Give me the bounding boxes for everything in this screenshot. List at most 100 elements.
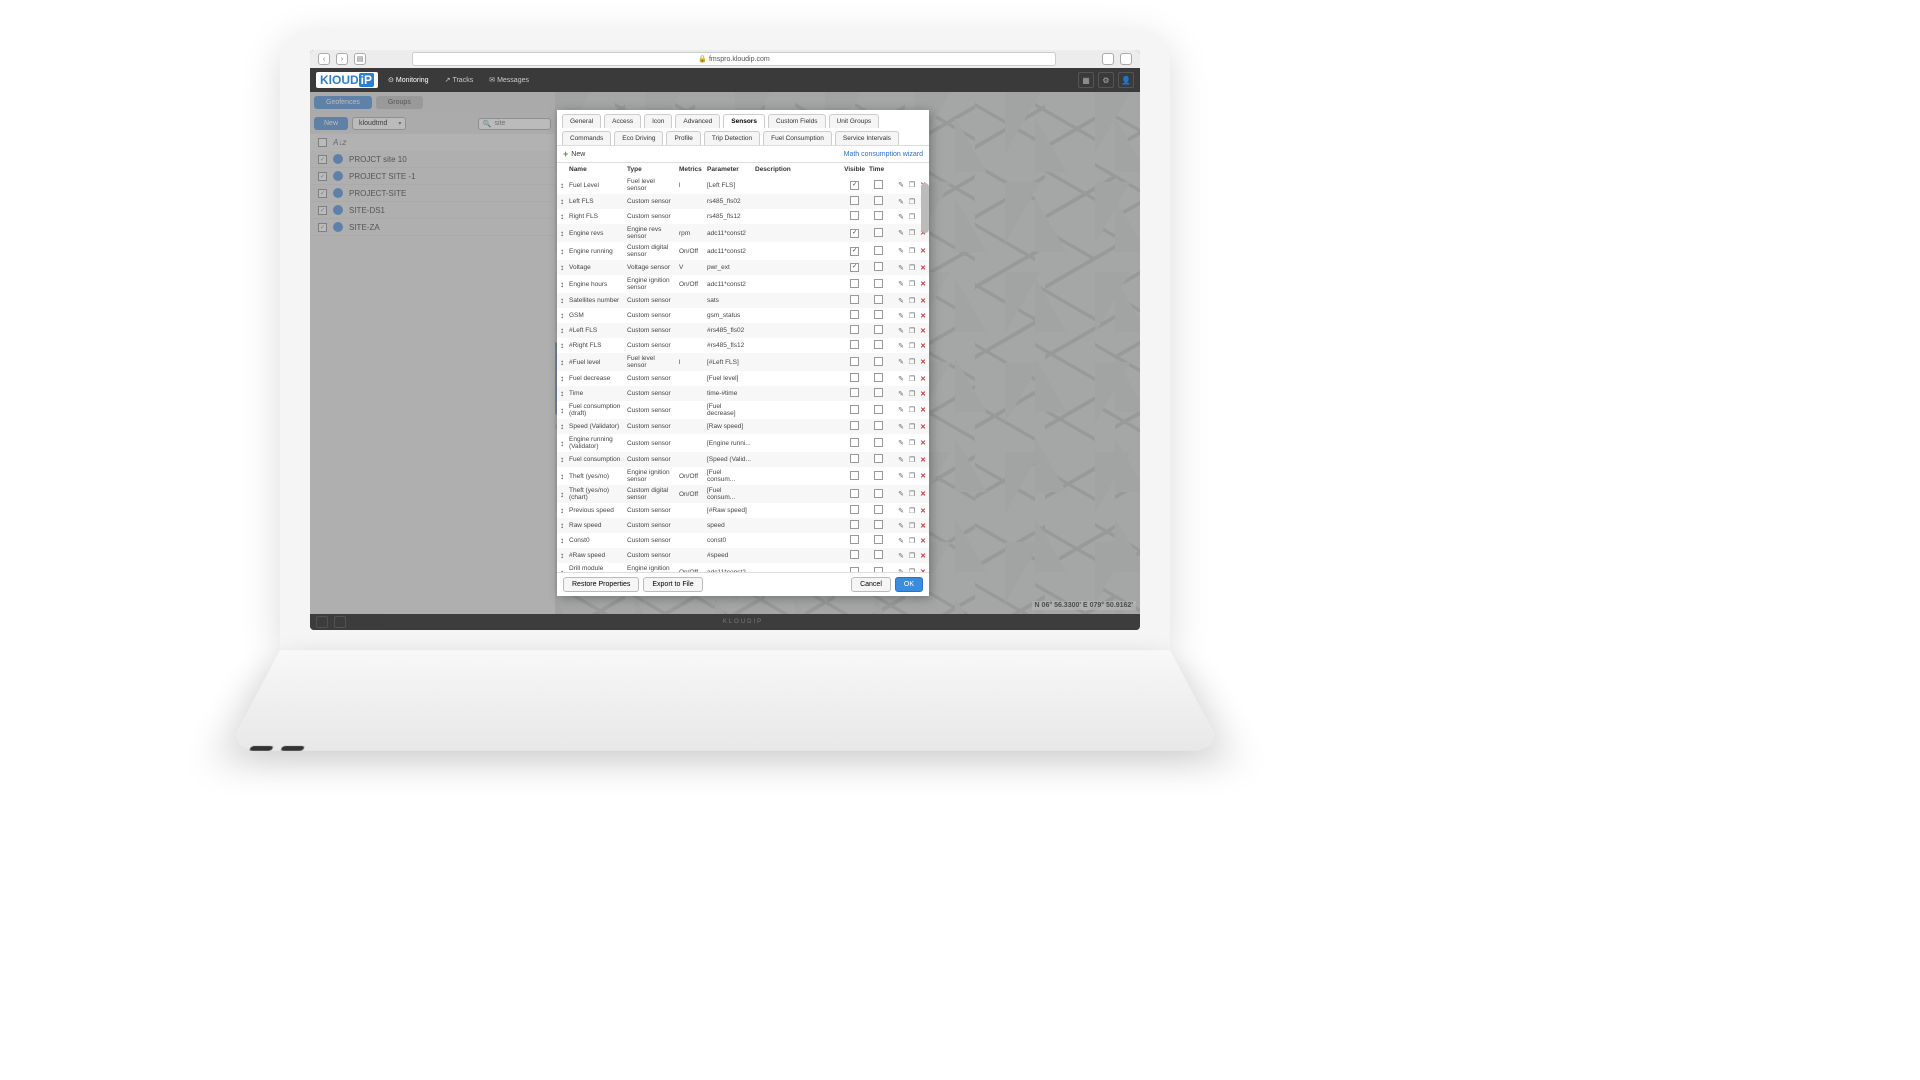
visible-checkbox[interactable] xyxy=(850,263,859,272)
copy-icon[interactable]: ❐ xyxy=(908,358,916,366)
edit-icon[interactable]: ✎ xyxy=(897,327,905,335)
dialog-tab-profile[interactable]: Profile xyxy=(666,131,700,145)
delete-icon[interactable]: ✕ xyxy=(919,472,927,480)
time-checkbox[interactable] xyxy=(874,340,883,349)
delete-icon[interactable]: ✕ xyxy=(919,390,927,398)
sidebar-item[interactable]: ✓PROJECT SITE -1 xyxy=(310,168,555,185)
visible-checkbox[interactable] xyxy=(850,388,859,397)
header-apps-icon[interactable]: ▦ xyxy=(1078,72,1094,88)
drag-handle-icon[interactable]: ↕ xyxy=(557,533,567,548)
sensor-row[interactable]: ↕Right FLSCustom sensorrs485_fls12✎❐✕ xyxy=(557,209,929,224)
sidebar-tab-groups[interactable]: Groups xyxy=(376,96,423,109)
delete-icon[interactable]: ✕ xyxy=(919,456,927,464)
edit-icon[interactable]: ✎ xyxy=(897,507,905,515)
drag-handle-icon[interactable]: ↕ xyxy=(557,323,567,338)
edit-icon[interactable]: ✎ xyxy=(897,181,905,189)
dialog-tab-advanced[interactable]: Advanced xyxy=(675,114,720,128)
edit-icon[interactable]: ✎ xyxy=(897,552,905,560)
drag-handle-icon[interactable]: ↕ xyxy=(557,563,567,572)
cancel-button[interactable]: Cancel xyxy=(851,577,891,592)
sensor-row[interactable]: ↕Theft (yes/no) (chart)Custom digital se… xyxy=(557,485,929,503)
time-checkbox[interactable] xyxy=(874,421,883,430)
edit-icon[interactable]: ✎ xyxy=(897,423,905,431)
edit-icon[interactable]: ✎ xyxy=(897,375,905,383)
edit-icon[interactable]: ✎ xyxy=(897,537,905,545)
copy-icon[interactable]: ❐ xyxy=(908,247,916,255)
sensor-row[interactable]: ↕Engine hoursEngine ignition sensorOn/Of… xyxy=(557,275,929,293)
sensor-row[interactable]: ↕Raw speedCustom sensorspeed✎❐✕ xyxy=(557,518,929,533)
sidebar-new-button[interactable]: New xyxy=(314,117,348,130)
sensor-row[interactable]: ↕#Fuel levelFuel level sensorl[#Left FLS… xyxy=(557,353,929,371)
nav-monitoring[interactable]: ⊙ Monitoring xyxy=(382,73,435,87)
sensor-row[interactable]: ↕Fuel LevelFuel level sensorl[Left FLS]✎… xyxy=(557,176,929,194)
drag-handle-icon[interactable]: ↕ xyxy=(557,518,567,533)
dialog-tab-unit-groups[interactable]: Unit Groups xyxy=(829,114,880,128)
header-user-icon[interactable]: 👤 xyxy=(1118,72,1134,88)
visible-checkbox[interactable] xyxy=(850,438,859,447)
time-checkbox[interactable] xyxy=(874,357,883,366)
sensor-row[interactable]: ↕#Raw speedCustom sensor#speed✎❐✕ xyxy=(557,548,929,563)
drag-handle-icon[interactable]: ↕ xyxy=(557,353,567,371)
copy-icon[interactable]: ❐ xyxy=(908,342,916,350)
delete-icon[interactable]: ✕ xyxy=(919,264,927,272)
drag-handle-icon[interactable]: ↕ xyxy=(557,548,567,563)
time-checkbox[interactable] xyxy=(874,520,883,529)
drag-handle-icon[interactable]: ↕ xyxy=(557,293,567,308)
browser-back-button[interactable]: ‹ xyxy=(318,53,330,65)
sensor-row[interactable]: ↕Left FLSCustom sensorrs485_fls02✎❐✕ xyxy=(557,194,929,209)
drag-handle-icon[interactable]: ↕ xyxy=(557,275,567,293)
drag-handle-icon[interactable]: ↕ xyxy=(557,338,567,353)
copy-icon[interactable]: ❐ xyxy=(908,297,916,305)
time-checkbox[interactable] xyxy=(874,454,883,463)
dialog-tab-commands[interactable]: Commands xyxy=(562,131,611,145)
footer-grid-icon[interactable] xyxy=(334,616,346,628)
time-checkbox[interactable] xyxy=(874,505,883,514)
edit-icon[interactable]: ✎ xyxy=(897,264,905,272)
copy-icon[interactable]: ❐ xyxy=(908,312,916,320)
checkbox-icon[interactable]: ✓ xyxy=(318,223,327,232)
checkbox-icon[interactable]: ✓ xyxy=(318,206,327,215)
sensor-row[interactable]: ↕#Right FLSCustom sensor#rs485_fls12✎❐✕ xyxy=(557,338,929,353)
delete-icon[interactable]: ✕ xyxy=(919,327,927,335)
drag-handle-icon[interactable]: ↕ xyxy=(557,503,567,518)
copy-icon[interactable]: ❐ xyxy=(908,537,916,545)
copy-icon[interactable]: ❐ xyxy=(908,507,916,515)
drag-handle-icon[interactable]: ↕ xyxy=(557,260,567,275)
new-sensor-button[interactable]: +New xyxy=(563,149,585,159)
header-settings-icon[interactable]: ⚙ xyxy=(1098,72,1114,88)
sensor-row[interactable]: ↕Engine revsEngine revs sensorrpmadc11*c… xyxy=(557,224,929,242)
browser-forward-button[interactable]: › xyxy=(336,53,348,65)
visible-checkbox[interactable] xyxy=(850,211,859,220)
time-checkbox[interactable] xyxy=(874,567,883,573)
delete-icon[interactable]: ✕ xyxy=(919,375,927,383)
visible-checkbox[interactable] xyxy=(850,454,859,463)
browser-url-bar[interactable]: 🔒 fmspro.kloudip.com xyxy=(412,52,1056,66)
dialog-tab-fuel-consumption[interactable]: Fuel Consumption xyxy=(763,131,832,145)
copy-icon[interactable]: ❐ xyxy=(908,229,916,237)
sensor-row[interactable]: ↕Previous speedCustom sensor[#Raw speed]… xyxy=(557,503,929,518)
visible-checkbox[interactable] xyxy=(850,535,859,544)
edit-icon[interactable]: ✎ xyxy=(897,312,905,320)
sensor-row[interactable]: ↕Satellites numberCustom sensorsats✎❐✕ xyxy=(557,293,929,308)
time-checkbox[interactable] xyxy=(874,279,883,288)
delete-icon[interactable]: ✕ xyxy=(919,297,927,305)
time-checkbox[interactable] xyxy=(874,325,883,334)
copy-icon[interactable]: ❐ xyxy=(908,490,916,498)
copy-icon[interactable]: ❐ xyxy=(908,264,916,272)
sensor-row[interactable]: ↕Engine runningCustom digital sensorOn/O… xyxy=(557,242,929,260)
checkbox-icon[interactable]: ✓ xyxy=(318,155,327,164)
copy-icon[interactable]: ❐ xyxy=(908,181,916,189)
dialog-tab-service-intervals[interactable]: Service Intervals xyxy=(835,131,899,145)
visible-checkbox[interactable] xyxy=(850,295,859,304)
dialog-tab-custom-fields[interactable]: Custom Fields xyxy=(768,114,826,128)
dialog-tab-eco-driving[interactable]: Eco Driving xyxy=(614,131,663,145)
drag-handle-icon[interactable]: ↕ xyxy=(557,308,567,323)
visible-checkbox[interactable] xyxy=(850,471,859,480)
dialog-tab-general[interactable]: General xyxy=(562,114,601,128)
sidebar-account-dropdown[interactable]: kloudtmd xyxy=(352,117,406,130)
copy-icon[interactable]: ❐ xyxy=(908,568,916,572)
edit-icon[interactable]: ✎ xyxy=(897,198,905,206)
dialog-tab-sensors[interactable]: Sensors xyxy=(723,114,765,128)
drag-handle-icon[interactable]: ↕ xyxy=(557,386,567,401)
time-checkbox[interactable] xyxy=(874,246,883,255)
